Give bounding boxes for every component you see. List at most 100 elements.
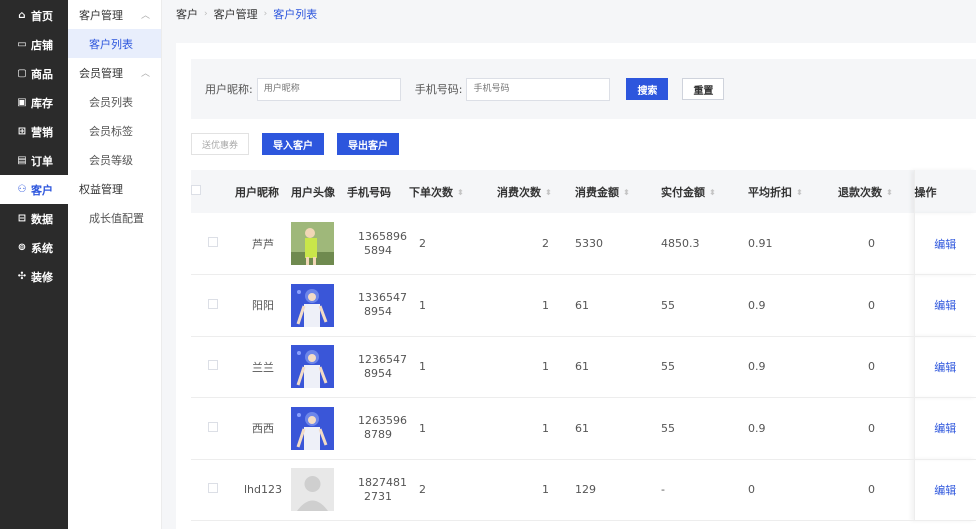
home-icon: ⌂: [18, 10, 26, 21]
nav-label: 系统: [31, 241, 53, 255]
avatar: [291, 345, 334, 389]
export-customers-button[interactable]: 导出客户: [337, 133, 400, 155]
header-paid[interactable]: 实付金额 ⬍: [661, 170, 748, 213]
row-select-cell: [191, 397, 235, 460]
table-row: lhd123 1827481 2731 2 1 129 - 0 0 编辑: [191, 459, 976, 521]
header-label: 退款次数: [838, 185, 882, 199]
chevron-up-icon: ︿: [140, 11, 150, 21]
phone-cell: 1236547 8954: [347, 336, 409, 398]
header-refunds[interactable]: 退款次数 ⬍: [838, 170, 914, 213]
table-row: 西西 1263596 8789 1 1 61 55 0.9 0 编辑: [191, 397, 976, 460]
phone-input[interactable]: [466, 77, 611, 101]
sort-icon[interactable]: ⬍: [709, 188, 716, 197]
operation-cell: 编辑: [913, 397, 976, 460]
chevron-up-icon: ︿: [140, 69, 150, 79]
table-header: 用户昵称 用户头像 手机号码 下单次数 ⬍ 消费次数 ⬍ 消费金额 ⬍ 实付金额 ⬍ 平…: [191, 170, 976, 213]
phone-part: 1365896: [358, 229, 407, 243]
purchases-cell: 1: [497, 459, 575, 521]
submenu-group-label: 会员管理: [79, 66, 123, 80]
submenu-group-label: 客户管理: [79, 8, 123, 22]
discount-cell: 0.9: [748, 397, 838, 460]
import-customers-button[interactable]: 导入客户: [262, 133, 325, 155]
submenu-item-member-tags[interactable]: 会员标签: [68, 116, 161, 145]
nav-label: 订单: [31, 154, 53, 168]
nav-item-customer[interactable]: ⚇ 客户: [0, 175, 68, 204]
header-label: 实付金额: [661, 185, 705, 199]
decorate-icon: ✣: [17, 271, 27, 282]
nav-item-order[interactable]: ▤ 订单: [0, 146, 68, 175]
header-orders[interactable]: 下单次数 ⬍: [409, 170, 497, 213]
nav-label: 客户: [31, 183, 53, 197]
submenu-group-customer[interactable]: 客户管理 ︿: [68, 0, 161, 29]
edit-link[interactable]: 编辑: [934, 422, 956, 435]
header-amount[interactable]: 消费金额 ⬍: [575, 170, 661, 213]
purchases-cell: 1: [497, 274, 575, 337]
nav-item-system[interactable]: ⊚ 系统: [0, 233, 68, 262]
discount-cell: 0.91: [748, 213, 838, 275]
refunds-cell: 0: [838, 274, 914, 337]
breadcrumb-item[interactable]: 客户管理: [214, 6, 258, 22]
nav-item-home[interactable]: ⌂ 首页: [0, 1, 68, 30]
orders-cell: 1: [409, 336, 497, 398]
amount-cell: 61: [575, 336, 661, 398]
avatar-cell: [291, 213, 347, 275]
nav-label: 首页: [31, 9, 53, 23]
nav-label: 数据: [31, 212, 53, 226]
row-checkbox[interactable]: [208, 298, 218, 309]
orders-cell: 1: [409, 274, 497, 337]
row-checkbox[interactable]: [208, 421, 218, 432]
refunds-cell: 0: [838, 213, 914, 275]
header-discount[interactable]: 平均折扣 ⬍: [748, 170, 838, 213]
nickname-input[interactable]: [256, 77, 401, 101]
nav-item-decorate[interactable]: ✣ 装修: [0, 262, 68, 291]
operation-cell: 编辑: [913, 213, 976, 275]
edit-link[interactable]: 编辑: [934, 299, 956, 312]
row-select-cell: [191, 459, 235, 521]
paid-cell: 55: [661, 336, 748, 398]
nav-item-store[interactable]: ▭ 店铺: [0, 30, 68, 59]
table-row: 阳阳 1336547 8954 1 1 61 55 0.9 0 编辑: [191, 274, 976, 337]
sort-icon[interactable]: ⬍: [545, 188, 552, 197]
sort-icon[interactable]: ⬍: [886, 188, 893, 197]
phone-part: 1336547: [358, 291, 407, 305]
sort-icon[interactable]: ⬍: [796, 188, 803, 197]
select-all-checkbox[interactable]: [191, 185, 201, 195]
header-label: 消费次数: [497, 185, 541, 199]
nav-item-inventory[interactable]: ▣ 库存: [0, 88, 68, 117]
submenu-item-customer-list[interactable]: 客户列表: [68, 29, 161, 58]
nav-item-marketing[interactable]: ⊞ 营销: [0, 117, 68, 146]
amount-cell: 61: [575, 397, 661, 460]
sort-icon[interactable]: ⬍: [457, 188, 464, 197]
nav-item-goods[interactable]: ▢ 商品: [0, 59, 68, 88]
submenu-item-benefits[interactable]: 权益管理: [68, 174, 161, 203]
submenu-group-member[interactable]: 会员管理 ︿: [68, 58, 161, 87]
purchases-cell: 2: [497, 213, 575, 275]
phone-part: 2731: [364, 489, 392, 503]
reset-button[interactable]: 重置: [682, 78, 725, 100]
submenu-item-growth-config[interactable]: 成长值配置: [68, 203, 161, 232]
submenu-item-member-list[interactable]: 会员列表: [68, 87, 161, 116]
search-button[interactable]: 搜索: [626, 78, 669, 100]
row-checkbox[interactable]: [208, 483, 218, 494]
phone-cell: 1263596 8789: [347, 397, 409, 460]
nav-item-data[interactable]: ⊟ 数据: [0, 204, 68, 233]
edit-link[interactable]: 编辑: [934, 484, 956, 497]
edit-link[interactable]: 编辑: [934, 238, 956, 251]
purchases-cell: 1: [497, 336, 575, 398]
inventory-icon: ▣: [17, 97, 27, 108]
row-checkbox[interactable]: [208, 360, 218, 371]
row-checkbox[interactable]: [208, 237, 218, 247]
avatar-cell: [291, 274, 347, 337]
breadcrumb-item[interactable]: 客户: [176, 6, 198, 22]
send-coupon-button[interactable]: 送优惠券: [191, 133, 250, 155]
header-purchases[interactable]: 消费次数 ⬍: [497, 170, 575, 213]
phone-cell: 1365896 5894: [347, 213, 409, 275]
phone-label: 手机号码:: [414, 83, 463, 96]
sort-icon[interactable]: ⬍: [623, 188, 630, 197]
edit-link[interactable]: 编辑: [934, 361, 956, 374]
sub-menu: 客户管理 ︿ 客户列表 会员管理 ︿ 会员列表 会员标签 会员等级 权益管理 成长值…: [68, 0, 162, 529]
phone-part: 1263596: [358, 414, 407, 428]
row-select-cell: [191, 336, 235, 398]
nickname-cell: 西西: [235, 397, 291, 460]
submenu-item-member-levels[interactable]: 会员等级: [68, 145, 161, 174]
